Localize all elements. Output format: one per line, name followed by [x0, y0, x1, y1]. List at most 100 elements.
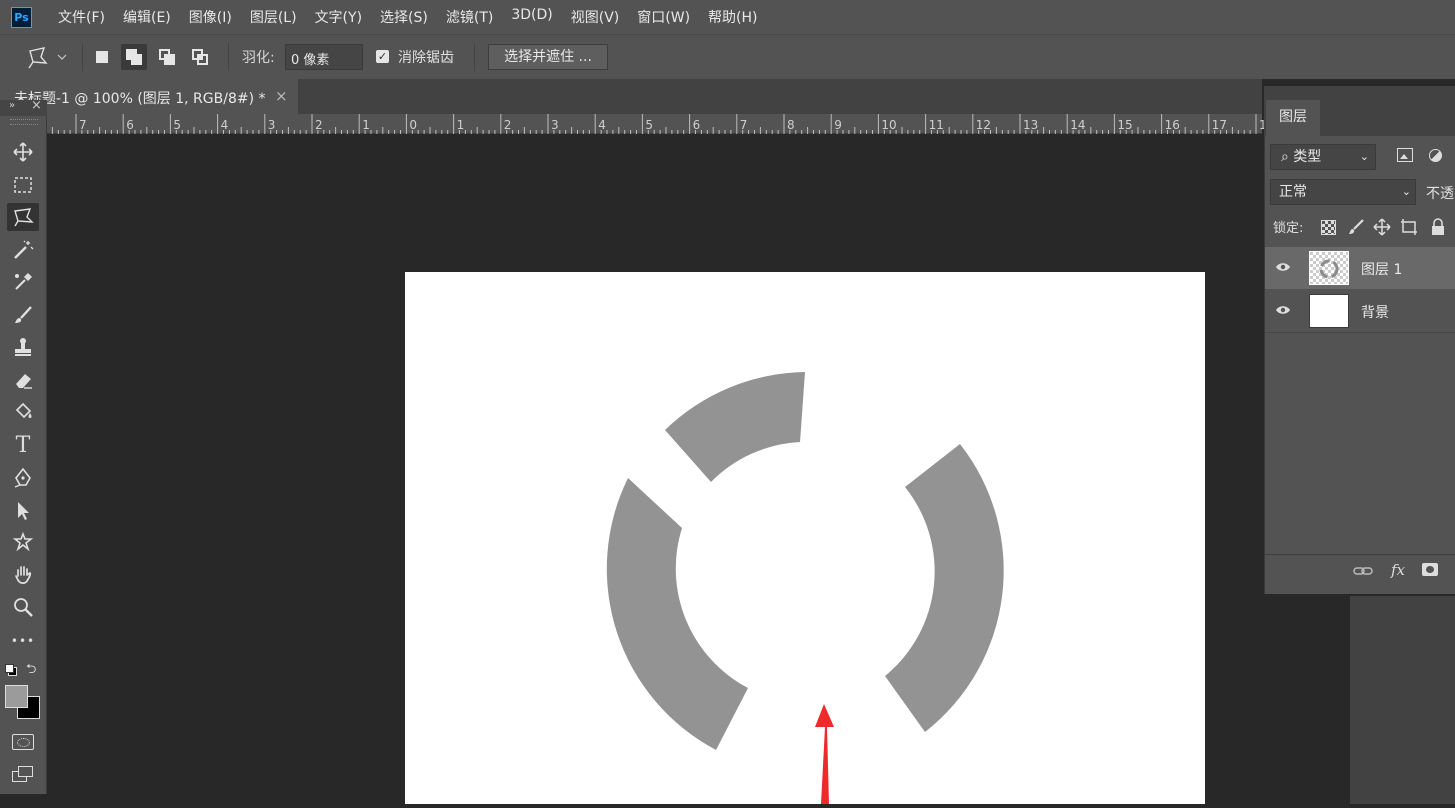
horizontal-ruler[interactable]: 7 6 5 4 3 2 1 0 1 2 3 4 5 6 7 8 9 10 11 12 13 14 15 16 17 1	[47, 114, 1267, 134]
fx-icon[interactable]: fx	[1391, 561, 1405, 579]
type-icon[interactable]: T	[7, 431, 39, 459]
lock-transparent-icon[interactable]	[1321, 220, 1336, 235]
tool-rect-marquee[interactable]	[7, 171, 39, 199]
tool-move[interactable]	[7, 138, 39, 166]
ruler-label: 9	[834, 118, 842, 132]
layer-name: 背景	[1361, 305, 1389, 321]
menu-type[interactable]: 文字(Y)	[315, 7, 362, 27]
tool-custom-shape[interactable]	[7, 528, 39, 556]
filter-image-icon[interactable]	[1397, 148, 1413, 162]
tool-paint-bucket[interactable]	[7, 398, 39, 426]
ruler-label: 16	[1164, 118, 1180, 132]
link-layers-icon[interactable]	[1353, 565, 1373, 577]
paint-bucket-icon	[15, 402, 32, 419]
menu-select[interactable]: 选择(S)	[380, 7, 428, 27]
tool-eyedropper[interactable]	[7, 268, 39, 296]
swap-colors-icon[interactable]: ⮌	[26, 660, 36, 682]
add-mask-icon[interactable]	[1422, 563, 1438, 576]
feather-input[interactable]: 0 像素	[285, 44, 363, 70]
toolbox-header[interactable]: » ×	[0, 98, 47, 116]
menu-file[interactable]: 文件(F)	[58, 7, 105, 27]
tool-eraser[interactable]	[7, 366, 39, 394]
tool-zoom[interactable]	[7, 593, 39, 621]
lock-all-icon[interactable]	[1430, 218, 1446, 236]
tool-preset-picker[interactable]	[24, 43, 70, 71]
ruler-label: 3	[267, 118, 276, 132]
add-to-selection-button[interactable]	[121, 44, 147, 70]
layer-row-layer1[interactable]: 图层 1	[1265, 247, 1455, 289]
new-selection-button[interactable]	[89, 44, 115, 70]
menu-bar: Ps 文件(F) 编辑(E) 图像(I) 图层(L) 文字(Y) 选择(S) 滤…	[0, 0, 1455, 34]
foreground-color-swatch[interactable]	[5, 685, 28, 708]
photoshop-logo: Ps	[11, 6, 32, 28]
blend-mode-select[interactable]: 正常 ⌄	[1270, 179, 1416, 205]
canvas-artwork	[606, 372, 1004, 804]
ruler-label: 6	[126, 118, 134, 132]
menu-image[interactable]: 图像(I)	[189, 7, 232, 27]
brush-icon	[15, 306, 32, 323]
more-tools-icon[interactable]: •••	[7, 627, 39, 655]
menu-window[interactable]: 窗口(W)	[637, 7, 690, 27]
ruler-label: 4	[220, 118, 229, 132]
magic-wand-icon	[14, 240, 34, 259]
menu-view[interactable]: 视图(V)	[571, 7, 620, 27]
layer-kind-filter[interactable]: ⌕ 类型 ⌄	[1270, 144, 1376, 170]
chevron-down-icon: ⌄	[1359, 150, 1369, 163]
tool-path-selection[interactable]	[7, 496, 39, 524]
polygonal-lasso-icon	[14, 208, 34, 227]
collapse-icon[interactable]: »	[9, 100, 15, 111]
ruler-label: 17	[1211, 118, 1228, 132]
tool-polygonal-lasso[interactable]	[7, 203, 39, 231]
menu-edit[interactable]: 编辑(E)	[123, 7, 171, 27]
toolbox-grip[interactable]	[10, 119, 38, 125]
path-selection-icon	[18, 502, 29, 520]
default-colors-icon[interactable]	[5, 664, 17, 676]
stamp-icon	[15, 338, 31, 356]
ruler-label: 7	[739, 118, 748, 132]
menu-layer[interactable]: 图层(L)	[250, 7, 297, 27]
zoom-icon	[14, 598, 33, 617]
ruler-label: 6	[692, 118, 701, 132]
eraser-icon	[16, 374, 32, 389]
close-icon[interactable]: ×	[275, 87, 288, 105]
layer-row-background[interactable]: 背景	[1265, 290, 1455, 332]
subtract-selection-button[interactable]	[154, 44, 180, 70]
antialias-checkbox[interactable]: ✓	[376, 50, 389, 63]
layer-divider	[1265, 332, 1455, 333]
select-and-mask-button[interactable]: 选择并遮住 ...	[488, 44, 608, 70]
tool-clone-stamp[interactable]	[7, 333, 39, 361]
ruler-label: 4	[598, 118, 606, 132]
document-tab-title[interactable]: 未标题-1 @ 100% (图层 1, RGB/8#) *	[14, 88, 266, 108]
opacity-label: 不透	[1426, 186, 1454, 202]
tool-pen[interactable]	[7, 463, 39, 491]
tool-hand[interactable]	[7, 561, 39, 589]
intersect-selection-button[interactable]	[187, 44, 213, 70]
close-panel-icon[interactable]: ×	[31, 98, 42, 113]
lock-artboard-icon[interactable]	[1400, 218, 1418, 236]
filter-adjustment-icon[interactable]	[1429, 149, 1442, 162]
menu-help[interactable]: 帮助(H)	[708, 7, 757, 27]
tool-magic-wand[interactable]	[7, 236, 39, 264]
arc-segment-right	[885, 444, 1004, 732]
ruler-label: 12	[975, 118, 992, 132]
move-icon	[13, 142, 33, 162]
eye-icon[interactable]	[1275, 261, 1291, 273]
ruler-label: 7	[79, 118, 87, 132]
tab-layers[interactable]: 图层	[1266, 100, 1320, 136]
quick-mask-icon[interactable]	[12, 734, 34, 750]
ruler-label: 10	[881, 118, 897, 132]
pen-icon	[14, 467, 31, 488]
ruler-label: 1	[362, 118, 370, 132]
menu-3d[interactable]: 3D(D)	[511, 7, 552, 27]
document-canvas[interactable]	[405, 272, 1205, 804]
eye-icon[interactable]	[1275, 304, 1291, 316]
lock-brush-icon[interactable]	[1347, 218, 1365, 236]
tool-brush[interactable]	[7, 301, 39, 329]
layers-panel-footer: fx	[1265, 554, 1455, 587]
layer-thumbnail-white	[1309, 294, 1349, 328]
lock-move-icon[interactable]	[1373, 218, 1391, 236]
menu-filter[interactable]: 滤镜(T)	[446, 7, 493, 27]
arc-segment-left	[606, 478, 748, 750]
blend-mode-value: 正常	[1279, 184, 1307, 200]
screen-mode-icon[interactable]	[12, 766, 36, 784]
